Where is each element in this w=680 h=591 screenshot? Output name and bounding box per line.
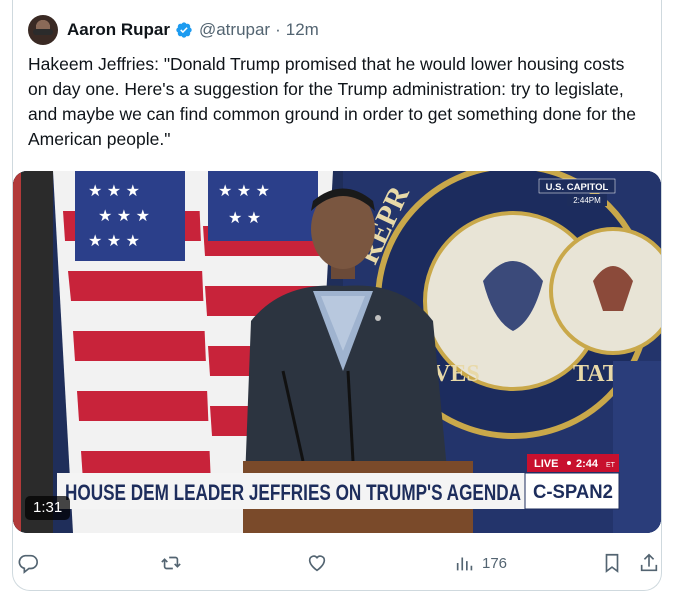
location-tag: U.S. CAPITOL — [546, 182, 609, 193]
author-name[interactable]: Aaron Rupar — [67, 20, 170, 40]
verified-badge-icon — [176, 22, 192, 38]
views-button[interactable]: 176 — [454, 552, 507, 574]
live-label: LIVE — [534, 458, 558, 470]
bookmark-icon — [605, 553, 619, 573]
retweet-button[interactable] — [160, 552, 182, 574]
reply-button[interactable] — [17, 552, 39, 574]
heart-icon — [308, 555, 326, 572]
bookmark-button[interactable] — [601, 552, 623, 574]
views-count: 176 — [482, 554, 508, 572]
svg-text:★ ★ ★: ★ ★ ★ — [98, 208, 150, 225]
tweet-actions: 176 — [0, 548, 680, 580]
retweet-icon — [161, 556, 181, 570]
live-time: 2:44 — [576, 458, 599, 470]
share-icon — [640, 553, 658, 572]
video-player[interactable]: ★ ★ ★ ★ ★ ★ ★ ★ ★ ★ ★ ★ ★ ★ REPR VES TAT… — [13, 171, 661, 533]
tweet-timestamp[interactable]: 12m — [286, 20, 319, 40]
share-button[interactable] — [638, 552, 660, 574]
author-handle[interactable]: @atrupar — [199, 20, 270, 40]
reply-icon — [18, 554, 38, 574]
video-frame: ★ ★ ★ ★ ★ ★ ★ ★ ★ ★ ★ ★ ★ ★ REPR VES TAT… — [13, 171, 661, 533]
author-avatar[interactable] — [28, 15, 58, 45]
video-duration: 1:31 — [25, 496, 71, 520]
svg-text:★ ★: ★ ★ — [228, 210, 261, 227]
location-time: 2:44PM — [573, 196, 601, 205]
tweet-text: Hakeem Jeffries: "Donald Trump promised … — [28, 54, 637, 149]
svg-text:★ ★ ★: ★ ★ ★ — [88, 183, 140, 200]
svg-text:★ ★ ★: ★ ★ ★ — [218, 183, 270, 200]
headline-chyron: HOUSE DEM LEADER JEFFRIES ON TRUMP'S AGE… — [65, 480, 521, 505]
tweet-header: Aaron Rupar @atrupar · 12m — [28, 14, 319, 46]
views-icon — [456, 557, 473, 571]
svg-text:★ ★ ★: ★ ★ ★ — [88, 233, 140, 250]
like-button[interactable] — [306, 552, 328, 574]
live-suffix: ET — [606, 462, 616, 469]
network-logo: C-SPAN2 — [533, 482, 613, 503]
separator-dot: · — [275, 20, 281, 39]
svg-text:VES: VES — [433, 361, 480, 387]
